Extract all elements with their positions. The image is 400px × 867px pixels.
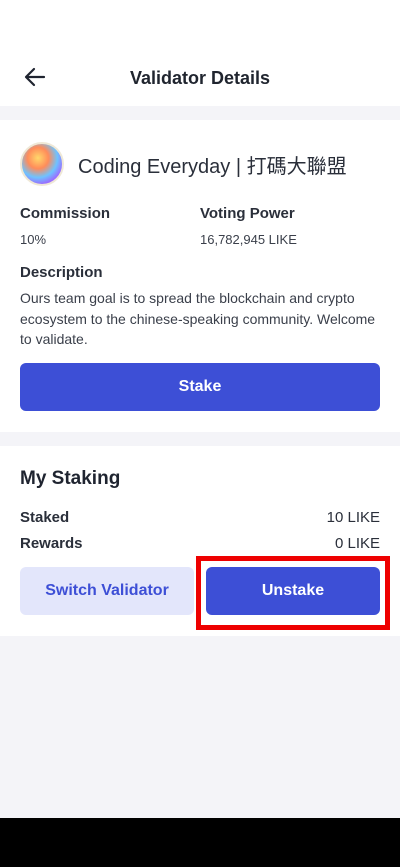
rewards-value: 0 LIKE	[334, 535, 380, 552]
page-title: Validator Details	[129, 68, 271, 88]
commission-label: Commission	[20, 205, 111, 222]
validator-avatar	[20, 142, 64, 186]
screen: Validator Details Coding Everyday | 打碼大聯…	[0, 0, 400, 867]
description-text: Ours team goal is to spread the blockcha…	[20, 290, 376, 347]
staked-label: Staked	[20, 509, 70, 526]
voting-power-label: Voting Power	[200, 205, 295, 222]
my-staking-title: My Staking	[20, 468, 121, 489]
navigation-bar	[0, 818, 400, 867]
rewards-label: Rewards	[20, 535, 83, 552]
description-label: Description	[20, 264, 103, 281]
stake-button[interactable]: Stake	[20, 363, 380, 411]
validator-card: Coding Everyday | 打碼大聯盟 Commission 10% V…	[0, 120, 400, 432]
commission-value: 10%	[20, 232, 47, 247]
staked-value: 10 LIKE	[326, 509, 380, 526]
validator-name: Coding Everyday | 打碼大聯盟	[78, 155, 347, 178]
switch-validator-button[interactable]: Switch Validator	[20, 567, 194, 615]
highlight-box	[196, 556, 390, 630]
voting-power-value: 16,782,945 LIKE	[200, 232, 297, 247]
validator-header: Coding Everyday | 打碼大聯盟	[20, 142, 347, 186]
app-header: Validator Details	[0, 0, 400, 106]
